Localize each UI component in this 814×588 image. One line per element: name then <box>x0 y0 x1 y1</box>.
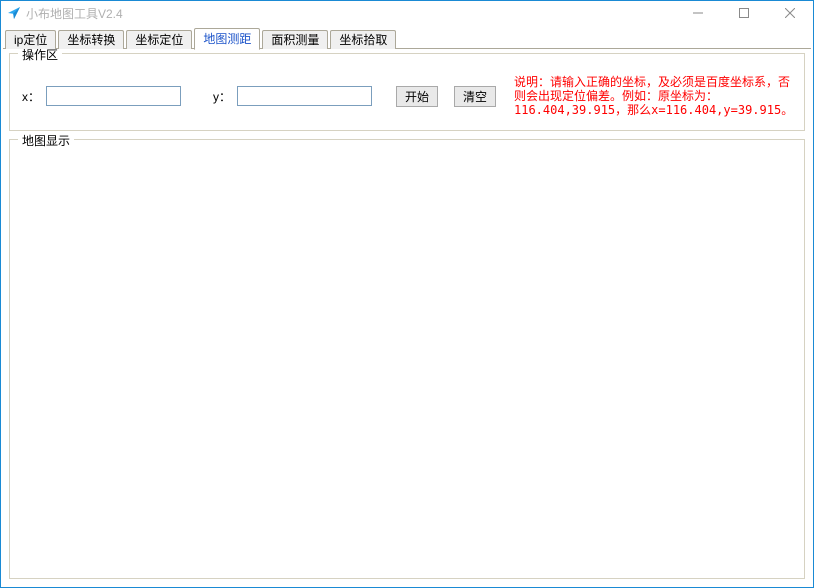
y-label: y： <box>211 88 231 105</box>
tab-ip-locate[interactable]: ip定位 <box>5 30 56 49</box>
tab-coord-locate[interactable]: 坐标定位 <box>126 30 192 49</box>
clear-button[interactable]: 清空 <box>454 86 496 107</box>
x-label: x： <box>20 88 40 105</box>
y-input[interactable] <box>237 86 372 106</box>
tab-strip: ip定位 坐标转换 坐标定位 地图测距 面积测量 坐标拾取 <box>1 27 813 49</box>
operation-legend: 操作区 <box>18 49 62 63</box>
instruction-note: 说明：请输入正确的坐标，及必须是百度坐标系，否则会出现定位偏差。例如：原坐标为：… <box>514 75 794 117</box>
operation-group: 操作区 x： y： 开始 清空 说明：请输入正确的坐标，及必须是百度坐标系，否则… <box>9 53 805 131</box>
tab-coord-convert[interactable]: 坐标转换 <box>58 30 124 49</box>
maximize-button[interactable] <box>721 1 767 25</box>
start-button[interactable]: 开始 <box>396 86 438 107</box>
paper-plane-icon <box>7 6 21 20</box>
map-group: 地图显示 <box>9 139 805 579</box>
tab-coord-pick[interactable]: 坐标拾取 <box>330 30 396 49</box>
title-bar[interactable]: 小布地图工具V2.4 <box>1 1 813 25</box>
x-input[interactable] <box>46 86 181 106</box>
tab-area-measure[interactable]: 面积测量 <box>262 30 328 49</box>
map-canvas[interactable] <box>20 158 794 568</box>
tab-map-distance[interactable]: 地图测距 <box>194 28 260 50</box>
window-title: 小布地图工具V2.4 <box>26 5 123 22</box>
minimize-button[interactable] <box>675 1 721 25</box>
close-button[interactable] <box>767 1 813 25</box>
map-legend: 地图显示 <box>18 132 74 149</box>
app-window: 小布地图工具V2.4 ip定位 坐标转换 坐标定位 地图测距 面积测量 坐标拾取… <box>0 0 814 588</box>
client-area: 操作区 x： y： 开始 清空 说明：请输入正确的坐标，及必须是百度坐标系，否则… <box>1 49 813 587</box>
